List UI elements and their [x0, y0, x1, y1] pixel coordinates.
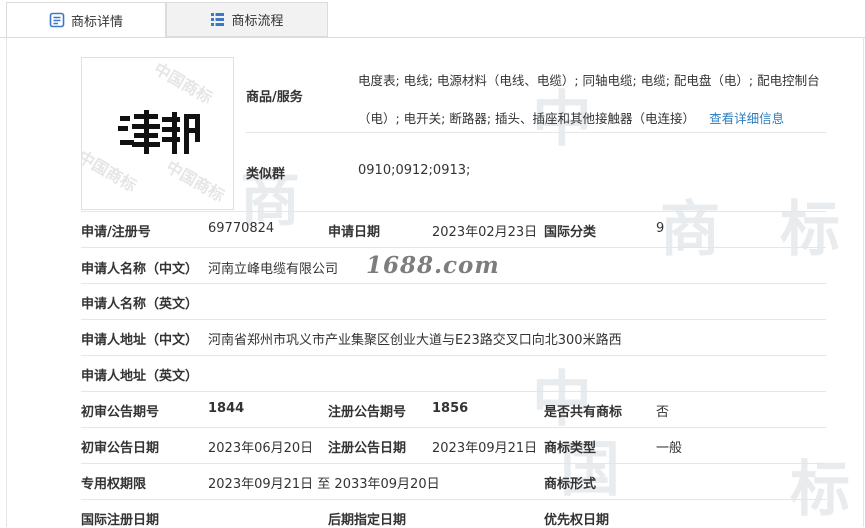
divider	[81, 355, 826, 356]
prelim-date-label: 初审公告日期	[81, 441, 160, 456]
priority-date-label: 优先权日期	[544, 513, 610, 528]
tab-label: 商标流程	[231, 14, 284, 29]
tab-trademark-process[interactable]: 商标流程	[166, 2, 328, 37]
goods-list: 电度表; 电线; 电源材料（电线、电缆）; 同轴电缆; 电缆; 配电盘（电）; …	[358, 62, 828, 138]
site-watermark: 1688.com	[366, 252, 500, 279]
intl-reg-date-label: 国际注册日期	[81, 513, 160, 528]
watermark-text: 中国商标	[162, 157, 228, 206]
divider	[81, 247, 826, 248]
divider	[246, 132, 826, 133]
shared-value: 否	[656, 405, 670, 420]
applicant-cn-value: 河南立峰电缆有限公司	[208, 262, 339, 277]
reg-no-value: 69770824	[208, 221, 275, 236]
tab-bar: 商标详情 商标流程	[0, 0, 865, 38]
reg-date-value: 2023年09月21日	[432, 441, 538, 456]
similar-group-label: 类似群	[246, 167, 286, 182]
shared-label: 是否共有商标	[544, 405, 623, 420]
reg-issue-label: 注册公告期号	[328, 405, 407, 420]
apply-date-value: 2023年02月23日	[432, 225, 538, 240]
document-icon	[49, 12, 65, 28]
tab-trademark-detail[interactable]: 商标详情	[6, 2, 166, 38]
applicant-cn-label: 申请人名称（中文）	[81, 262, 199, 277]
divider	[81, 463, 826, 464]
prelim-issue-label: 初审公告期号	[81, 405, 160, 420]
reg-no-label: 申请/注册号	[81, 225, 151, 240]
address-cn-label: 申请人地址（中文）	[81, 333, 199, 348]
later-date-label: 后期指定日期	[328, 513, 407, 528]
prelim-date-value: 2023年06月20日	[208, 441, 314, 456]
list-icon	[211, 13, 225, 26]
trademark-logo	[118, 110, 200, 154]
divider	[81, 319, 826, 320]
divider	[81, 499, 826, 500]
divider	[81, 391, 826, 392]
apply-date-label: 申请日期	[328, 225, 381, 240]
prelim-issue-value: 1844	[208, 401, 245, 416]
view-details-link[interactable]: 查看详细信息	[709, 111, 784, 126]
exclusive-label: 专用权期限	[81, 477, 147, 492]
tm-type-value: 一般	[656, 441, 683, 456]
address-cn-value: 河南省郑州市巩义市产业集聚区创业大道与E23路交叉口向北300米路西	[208, 333, 622, 348]
similar-group-value: 0910;0912;0913;	[358, 163, 471, 178]
intl-class-value: 9	[656, 221, 665, 236]
reg-date-label: 注册公告日期	[328, 441, 407, 456]
tm-form-label: 商标形式	[544, 477, 597, 492]
applicant-en-label: 申请人名称（英文）	[81, 297, 199, 312]
reg-issue-value: 1856	[432, 401, 469, 416]
exclusive-value: 2023年09月21日 至 2033年09月20日	[208, 477, 440, 492]
tab-label: 商标详情	[70, 14, 123, 30]
goods-label: 商品/服务	[246, 90, 303, 105]
divider	[81, 427, 826, 428]
divider	[81, 283, 826, 284]
intl-class-label: 国际分类	[544, 225, 597, 240]
tm-type-label: 商标类型	[544, 441, 597, 456]
trademark-image: 中国商标 中国商标 中国商标 津邦	[81, 57, 234, 210]
divider	[81, 211, 826, 212]
watermark-text: 中国商标	[150, 59, 216, 108]
address-en-label: 申请人地址（英文）	[81, 369, 199, 384]
